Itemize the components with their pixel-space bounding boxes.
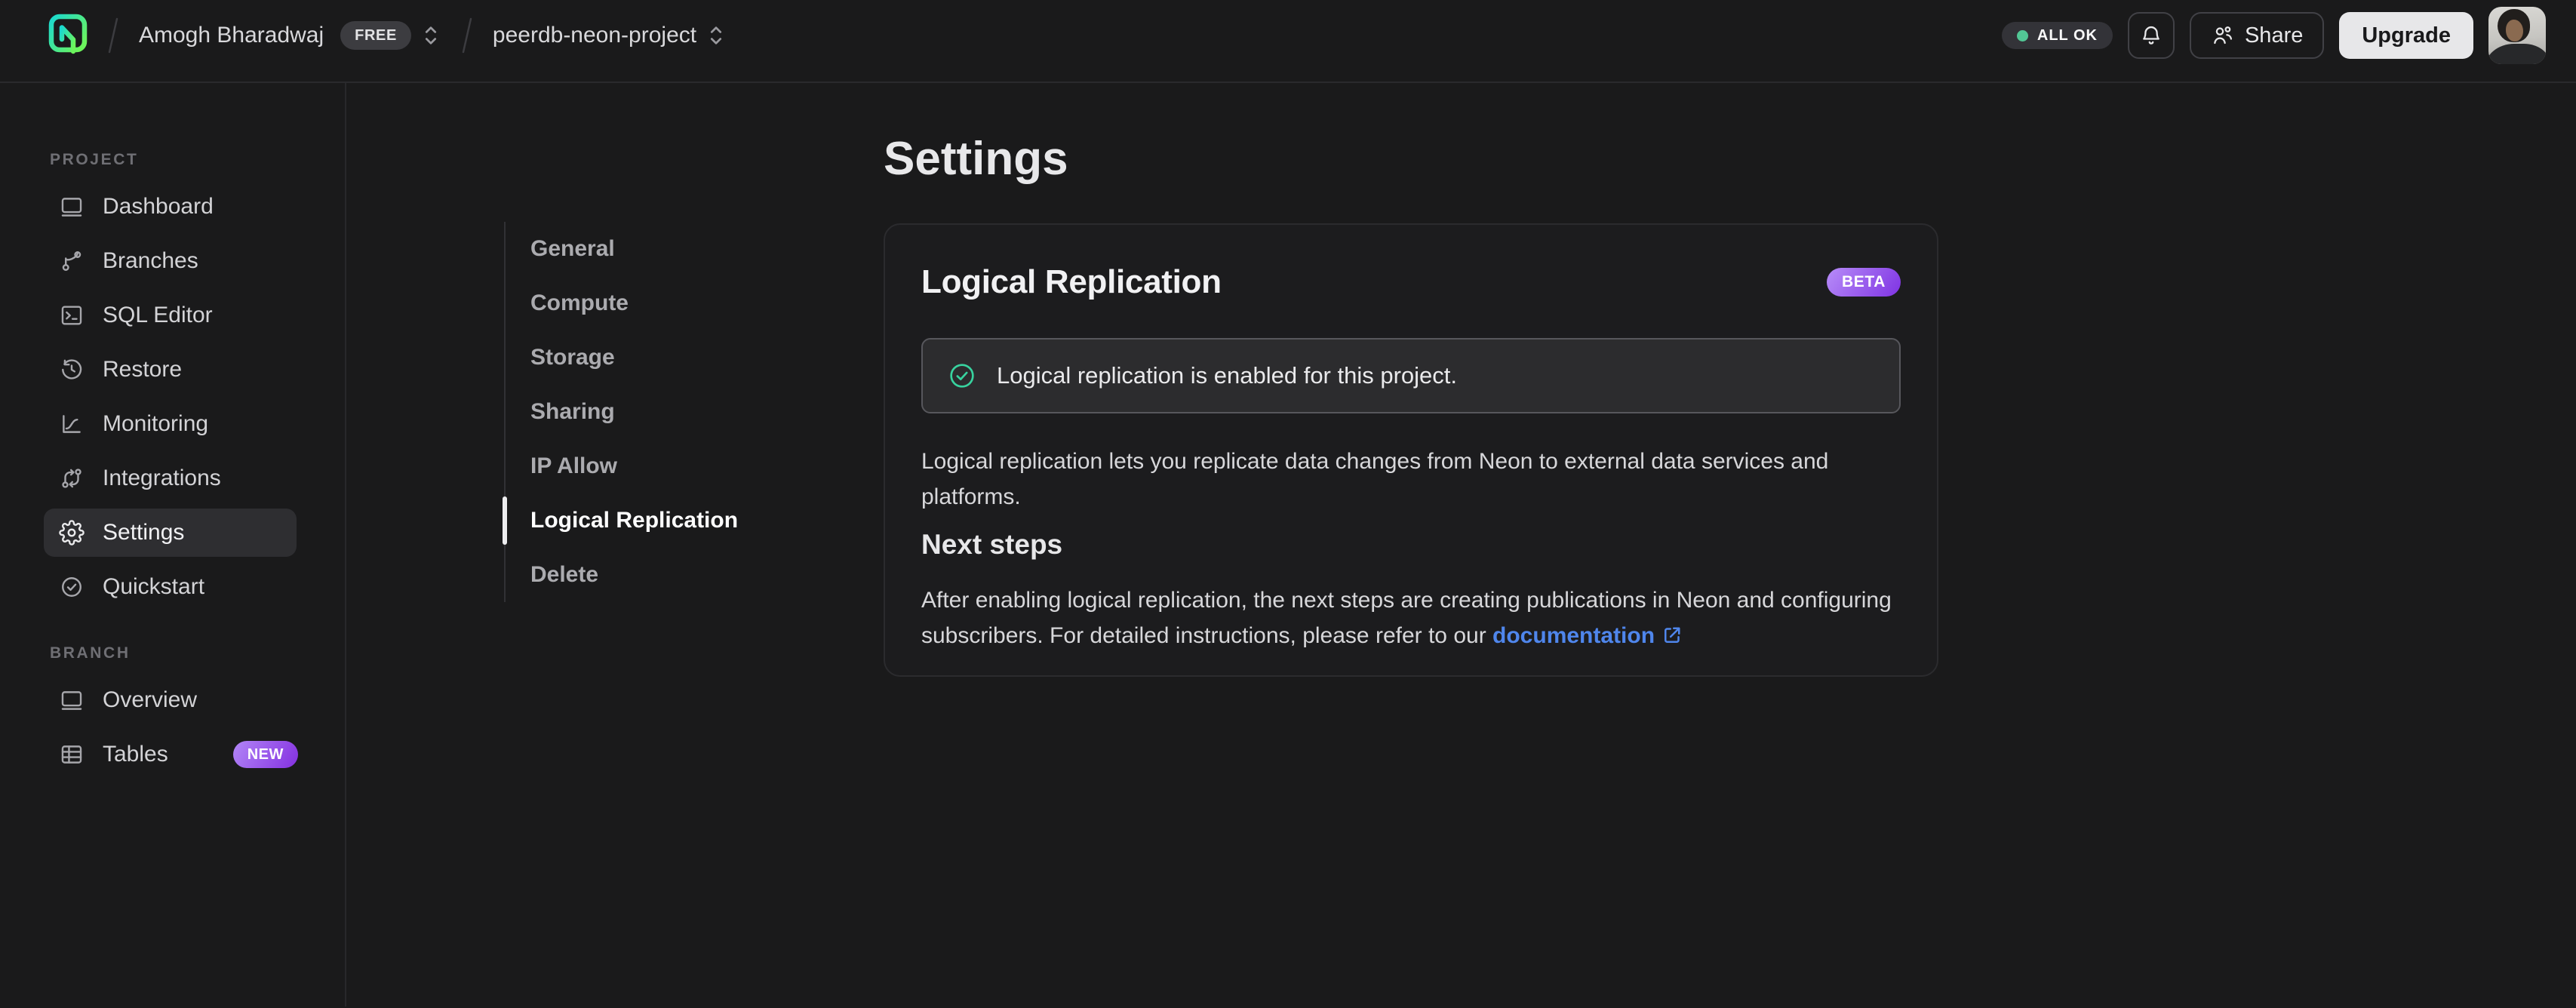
sidebar-item-label: Dashboard xyxy=(103,194,214,219)
notifications-button[interactable] xyxy=(2127,12,2175,59)
topbar: Amogh Bharadwaj FREE peerdb-neon-project… xyxy=(0,0,2576,83)
sidebar-item-restore[interactable]: Restore xyxy=(44,346,297,394)
share-label: Share xyxy=(2244,23,2304,48)
branches-icon xyxy=(62,251,81,271)
sidebar-item-branches[interactable]: Branches xyxy=(44,237,297,285)
settings-nav: General Compute Storage Sharing IP Allow… xyxy=(503,222,828,602)
sidebar-item-label: SQL Editor xyxy=(103,303,213,327)
next-steps-text-body: After enabling logical replication, the … xyxy=(921,588,1892,648)
sidebar-item-overview[interactable]: Overview xyxy=(44,676,297,724)
avatar-figure xyxy=(2488,43,2546,64)
share-button[interactable]: Share xyxy=(2189,12,2325,59)
users-icon xyxy=(2214,26,2233,45)
sidebar-item-label: Branches xyxy=(103,248,198,273)
sidebar-item-integrations[interactable]: Integrations xyxy=(44,454,297,502)
settings-nav-general[interactable]: General xyxy=(506,222,828,276)
sidebar-item-label: Overview xyxy=(103,687,198,712)
breadcrumb-slash xyxy=(462,17,472,54)
org-switcher-chevrons-icon[interactable] xyxy=(420,23,441,48)
status-dot-icon xyxy=(2016,29,2028,41)
sidebar-item-label: Monitoring xyxy=(103,411,209,436)
sidebar-item-quickstart[interactable]: Quickstart xyxy=(44,563,297,611)
logical-replication-card: Logical Replication BETA Logical replica… xyxy=(884,223,1938,677)
settings-nav-ip-allow[interactable]: IP Allow xyxy=(506,439,828,493)
org-name[interactable]: Amogh Bharadwaj xyxy=(139,23,324,48)
status-label: ALL OK xyxy=(2037,26,2098,44)
user-avatar[interactable] xyxy=(2488,7,2546,64)
next-steps-text: After enabling logical replication, the … xyxy=(921,582,1901,653)
sidebar-item-label: Restore xyxy=(103,357,183,382)
project-name[interactable]: peerdb-neon-project xyxy=(493,23,696,48)
settings-nav-sharing[interactable]: Sharing xyxy=(506,385,828,439)
sidebar-item-label: Integrations xyxy=(103,466,221,490)
page-title: Settings xyxy=(884,133,1068,185)
status-badge[interactable]: ALL OK xyxy=(2001,22,2113,49)
avatar-figure xyxy=(2505,19,2523,41)
sidebar-item-sql-editor[interactable]: SQL Editor xyxy=(44,291,297,340)
sidebar-item-tables[interactable]: Tables NEW xyxy=(44,730,298,779)
breadcrumb: Amogh Bharadwaj FREE peerdb-neon-project xyxy=(48,14,727,57)
overview-icon xyxy=(61,691,82,710)
check-circle-icon xyxy=(950,364,974,388)
project-switcher-chevrons-icon[interactable] xyxy=(705,23,727,48)
sidebar-item-label: Tables xyxy=(103,742,168,767)
main-content: Settings Logical Replication BETA Logica… xyxy=(884,83,2015,677)
settings-nav-storage[interactable]: Storage xyxy=(506,330,828,385)
sidebar: PROJECT Dashboard Branches SQL Editor Re… xyxy=(0,83,346,1006)
settings-nav-delete[interactable]: Delete xyxy=(506,548,828,602)
upgrade-label: Upgrade xyxy=(2362,23,2451,48)
bell-icon xyxy=(2143,26,2159,45)
breadcrumb-slash xyxy=(108,17,118,54)
sidebar-item-label: Quickstart xyxy=(103,574,205,599)
restore-icon xyxy=(62,359,82,380)
sidebar-item-dashboard[interactable]: Dashboard xyxy=(44,183,297,231)
monitoring-icon xyxy=(63,415,81,433)
neon-logo-icon xyxy=(48,14,88,54)
tables-icon xyxy=(61,745,82,764)
settings-nav-logical-replication[interactable]: Logical Replication xyxy=(503,493,828,548)
success-alert: Logical replication is enabled for this … xyxy=(921,338,1901,413)
sidebar-item-label: Settings xyxy=(103,520,185,545)
card-title: Logical Replication xyxy=(921,263,1222,300)
beta-badge: BETA xyxy=(1826,268,1901,297)
upgrade-button[interactable]: Upgrade xyxy=(2339,12,2473,59)
sidebar-item-settings[interactable]: Settings xyxy=(44,509,297,557)
sql-editor-icon xyxy=(61,306,82,325)
plan-badge: FREE xyxy=(340,21,411,50)
new-badge: NEW xyxy=(232,741,298,768)
documentation-link[interactable]: documentation xyxy=(1492,623,1655,648)
gear-icon xyxy=(59,520,85,545)
alert-text: Logical replication is enabled for this … xyxy=(997,362,1458,389)
neon-logo[interactable] xyxy=(48,14,88,57)
neon-console: Amogh Bharadwaj FREE peerdb-neon-project… xyxy=(0,0,2576,1008)
sidebar-section-branch: BRANCH xyxy=(50,644,131,662)
topbar-actions: ALL OK Share Upgrade xyxy=(2001,7,2546,64)
sidebar-section-project: PROJECT xyxy=(50,151,139,168)
description-text: Logical replication lets you replicate d… xyxy=(921,449,1829,509)
sidebar-item-monitoring[interactable]: Monitoring xyxy=(44,400,297,448)
next-steps-title: Next steps xyxy=(921,529,1063,560)
settings-nav-compute[interactable]: Compute xyxy=(506,276,828,330)
external-link-icon[interactable] xyxy=(1661,624,1683,647)
dashboard-icon xyxy=(61,198,82,217)
integrations-icon xyxy=(62,469,81,488)
check-circle-icon xyxy=(62,577,81,597)
